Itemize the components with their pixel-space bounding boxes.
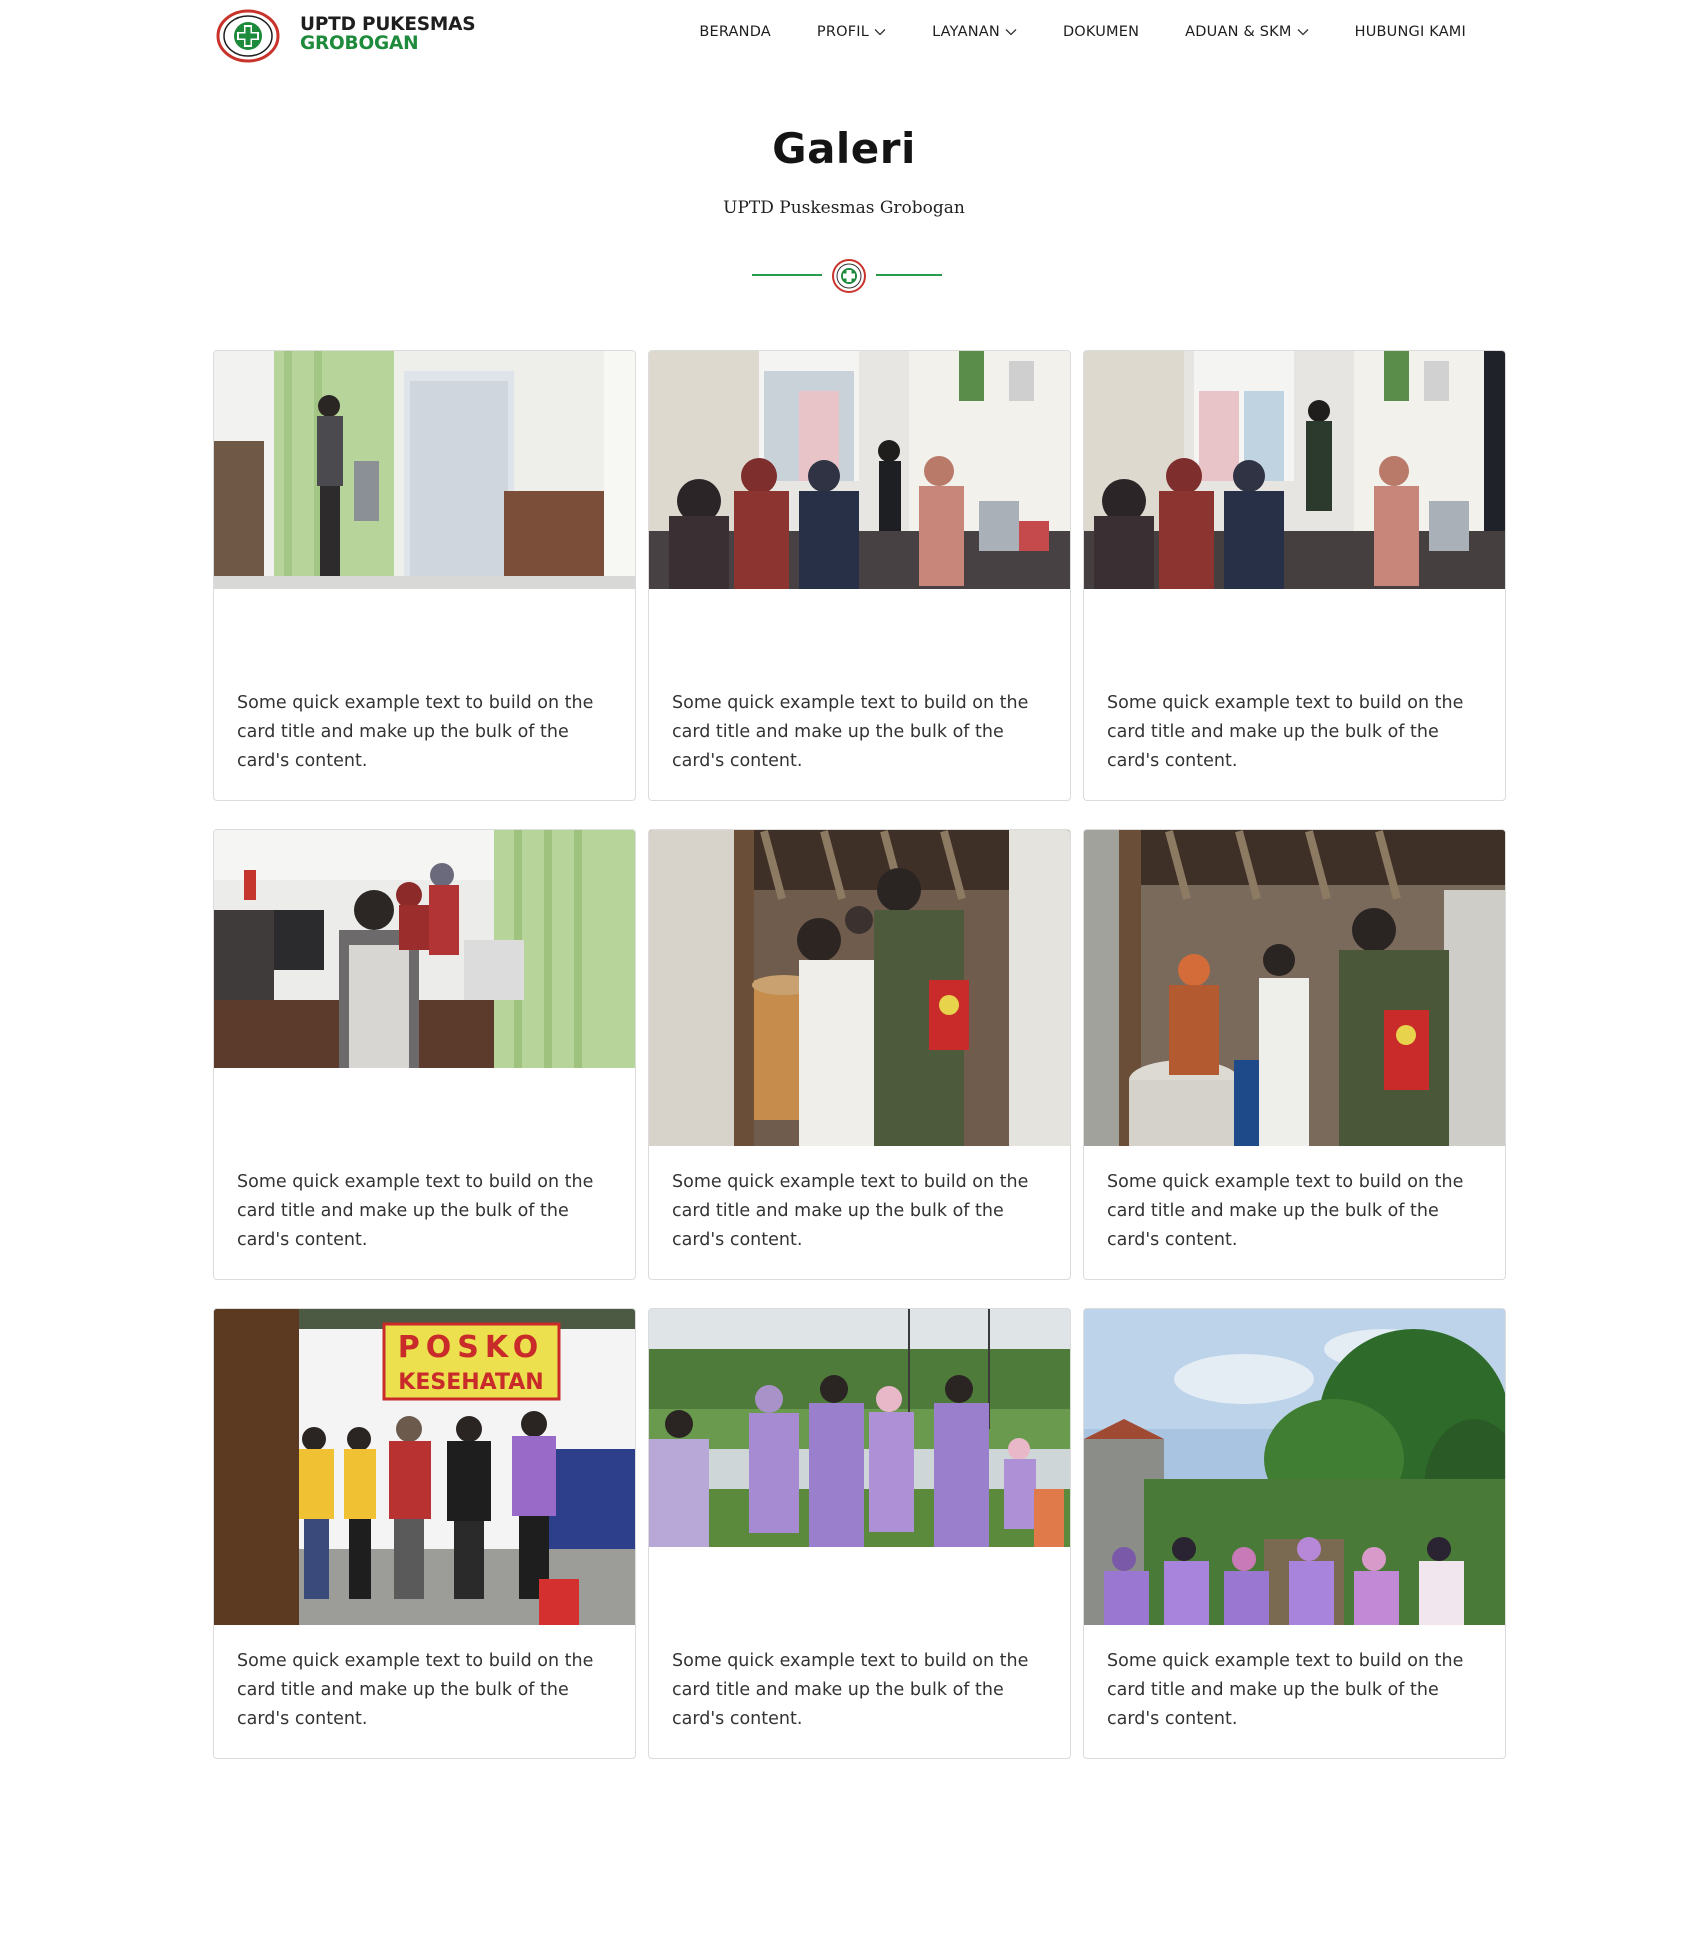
gallery-card[interactable]: Some quick example text to build on the …: [648, 1308, 1071, 1759]
gallery-card[interactable]: Some quick example text to build on the …: [648, 829, 1071, 1280]
main-nav: BERANDA PROFIL LAYANAN DOKUMEN ADUAN & S…: [699, 24, 1466, 40]
gallery-card[interactable]: Some quick example text to build on the …: [648, 350, 1071, 801]
village-outreach-photo[interactable]: [1084, 1309, 1505, 1625]
card-text: Some quick example text to build on the …: [237, 1651, 594, 1729]
gallery-card[interactable]: Some quick example text to build on the …: [1083, 350, 1506, 801]
nav-label: BERANDA: [699, 24, 771, 40]
card-text: Some quick example text to build on the …: [1107, 1651, 1464, 1729]
nav-profil[interactable]: PROFIL: [817, 24, 886, 40]
nav-hubungi-kami[interactable]: HUBUNGI KAMI: [1355, 24, 1466, 40]
card-text: Some quick example text to build on the …: [672, 1172, 1029, 1250]
nav-beranda[interactable]: BERANDA: [699, 24, 771, 40]
registration-desk-photo[interactable]: [214, 830, 635, 1068]
nav-label: DOKUMEN: [1062, 24, 1140, 40]
home-visit-photo[interactable]: [649, 830, 1070, 1146]
card-text: Some quick example text to build on the …: [237, 693, 594, 771]
nav-label: LAYANAN: [932, 24, 1000, 40]
clinic-room-photo[interactable]: [214, 351, 635, 589]
nav-label: HUBUNGI KAMI: [1354, 24, 1466, 40]
card-text: Some quick example text to build on the …: [672, 1651, 1029, 1729]
nav-label: ADUAN & SKM: [1185, 24, 1292, 40]
poster-text-line1: POSKO: [398, 1330, 545, 1365]
gallery-card[interactable]: Some quick example text to build on the …: [213, 829, 636, 1280]
gallery-card[interactable]: Some quick example text to build on the …: [1083, 829, 1506, 1280]
brand-line-1: UPTD PUKESMAS: [300, 14, 476, 35]
posko-kesehatan-photo[interactable]: POSKO KESEHATAN: [214, 1309, 635, 1625]
card-text: Some quick example text to build on the …: [1107, 693, 1464, 771]
page-subtitle: UPTD Puskesmas Grobogan: [723, 198, 965, 218]
field-team-photo[interactable]: [649, 1309, 1070, 1547]
waiting-room-photo[interactable]: [649, 351, 1070, 589]
chevron-down-icon: [1005, 29, 1017, 36]
nav-dokumen[interactable]: DOKUMEN: [1063, 24, 1139, 40]
health-cross-icon: [832, 259, 866, 293]
chevron-down-icon: [874, 29, 886, 36]
card-text: Some quick example text to build on the …: [672, 693, 1029, 771]
puskesmas-logo[interactable]: [214, 8, 282, 64]
card-text: Some quick example text to build on the …: [237, 1172, 594, 1250]
poster-text-line2: KESEHATAN: [398, 1370, 543, 1395]
site-header: UPTD PUKESMAS GROBOGAN BERANDA PROFIL LA…: [0, 0, 1688, 72]
nav-aduan-skm[interactable]: ADUAN & SKM: [1185, 24, 1309, 40]
home-visit-photo-2[interactable]: [1084, 830, 1505, 1146]
gallery-card[interactable]: Some quick example text to build on the …: [213, 350, 636, 801]
gallery-card[interactable]: Some quick example text to build on the …: [1083, 1308, 1506, 1759]
gallery-grid: Some quick example text to build on the …: [213, 350, 1506, 1759]
card-text: Some quick example text to build on the …: [1107, 1172, 1464, 1250]
section-divider: [746, 256, 946, 296]
brand-line-2: GROBOGAN: [300, 33, 419, 54]
page-title: Galeri: [772, 124, 916, 173]
chevron-down-icon: [1297, 29, 1309, 36]
gallery-card[interactable]: POSKO KESEHATAN Some quick example text …: [213, 1308, 636, 1759]
brand-name[interactable]: UPTD PUKESMAS GROBOGAN: [300, 14, 476, 54]
nav-label: PROFIL: [816, 24, 870, 40]
waiting-room-photo-2[interactable]: [1084, 351, 1505, 589]
nav-layanan[interactable]: LAYANAN: [932, 24, 1017, 40]
